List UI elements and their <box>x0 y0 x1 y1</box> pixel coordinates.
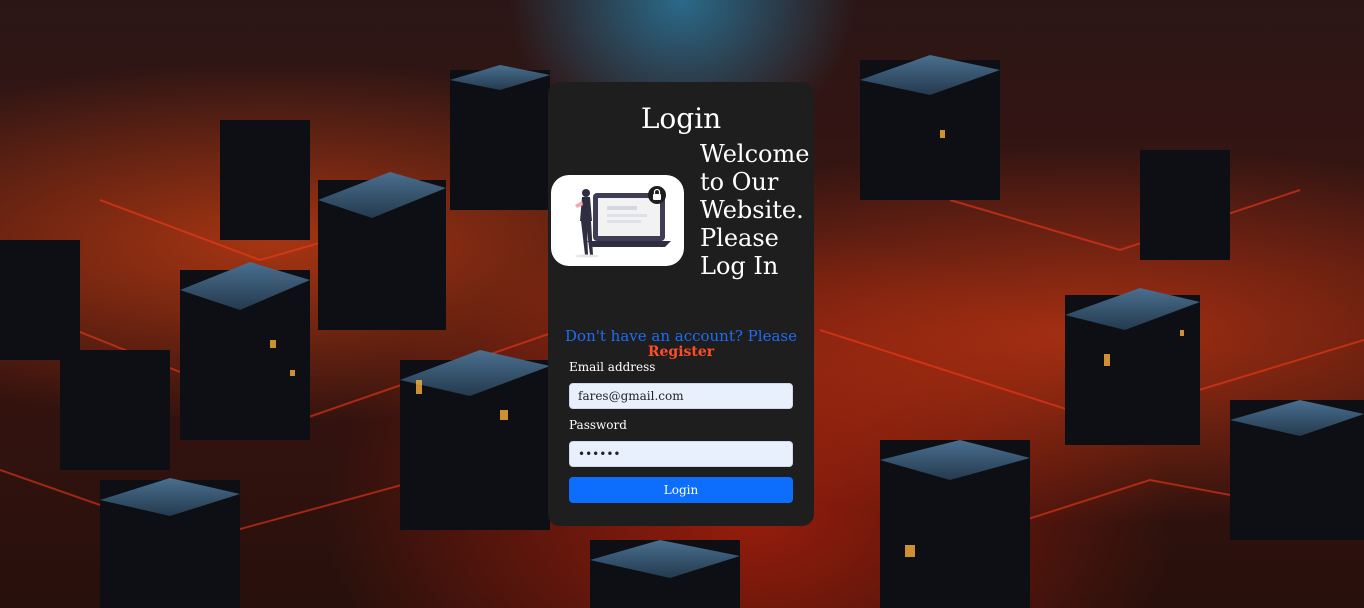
password-field[interactable] <box>569 441 793 467</box>
welcome-message: Welcome to Our Website. Please Log In <box>700 140 810 280</box>
login-button[interactable]: Login <box>569 477 793 503</box>
register-prompt: Don't have an account? Please Register <box>548 328 814 360</box>
person-with-laptop-illustration <box>551 175 684 266</box>
login-card: Login Welcome to Our Website. Please Log… <box>548 82 814 526</box>
register-prompt-text: Don't have an account? Please <box>565 327 797 345</box>
email-field[interactable] <box>569 383 793 409</box>
page-title: Login <box>640 102 722 135</box>
email-label: Email address <box>569 360 656 374</box>
register-link[interactable]: Register <box>548 344 814 360</box>
lock-icon <box>653 194 661 200</box>
password-label: Password <box>569 418 627 432</box>
